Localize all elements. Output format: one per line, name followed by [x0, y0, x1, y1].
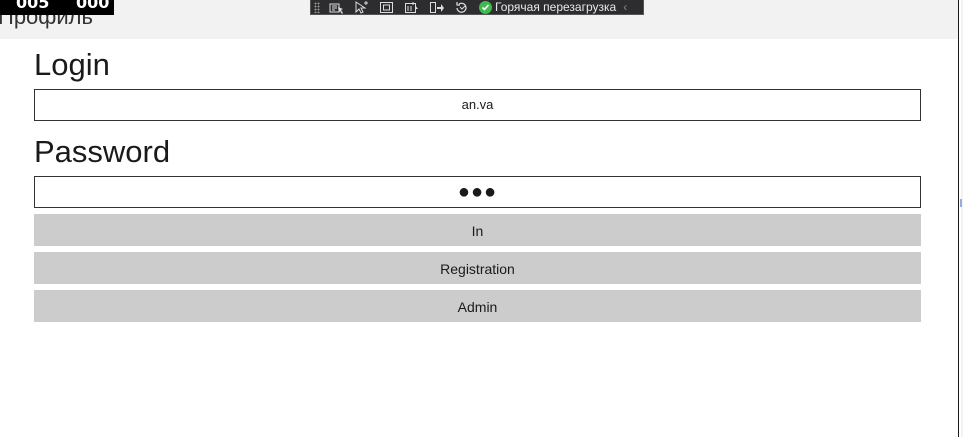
- toolbar-grip-icon[interactable]: [314, 1, 320, 13]
- frame-counter-left: 005: [16, 0, 50, 12]
- window-border: [958, 0, 959, 437]
- hot-reload-status[interactable]: Горячая перезагрузка: [479, 0, 617, 14]
- frame-rate-counter: 005 000: [0, 0, 114, 15]
- select-element-icon[interactable]: [328, 1, 344, 14]
- check-circle-icon: [479, 0, 492, 14]
- admin-button[interactable]: Admin: [34, 290, 921, 322]
- pointer-icon[interactable]: [353, 0, 369, 14]
- hot-reload-label: Горячая перезагрузка: [495, 0, 617, 14]
- debug-toolbar: Горячая перезагрузка ‹: [310, 0, 644, 15]
- track-focus-icon[interactable]: [403, 1, 419, 14]
- scroll-indicator: [960, 199, 962, 207]
- registration-button[interactable]: Registration: [34, 252, 921, 284]
- login-input[interactable]: an.va: [34, 89, 921, 121]
- collapse-toolbar-icon[interactable]: ‹: [623, 0, 627, 14]
- app-window: Профиль 005 000 Горячая перезагрузка ‹ L…: [0, 0, 963, 437]
- frame-counter-right: 000: [76, 0, 110, 12]
- refresh-icon[interactable]: [453, 1, 469, 14]
- layout-adorners-icon[interactable]: [378, 1, 394, 14]
- in-button[interactable]: In: [34, 214, 921, 246]
- password-label: Password: [34, 134, 171, 169]
- login-label: Login: [34, 47, 110, 82]
- password-input[interactable]: ●●●: [34, 176, 921, 208]
- display-layout-icon[interactable]: [428, 1, 444, 14]
